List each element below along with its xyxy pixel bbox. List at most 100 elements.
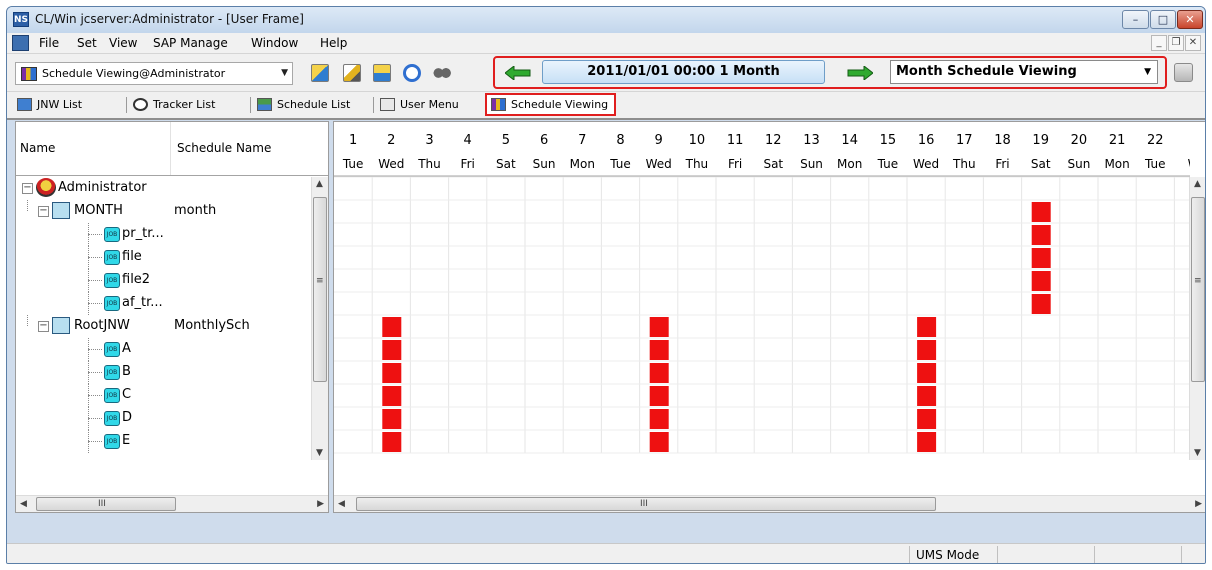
tree-row-9[interactable]: JOB C [16, 384, 312, 407]
tree-row-1[interactable]: − MONTH month [16, 200, 312, 223]
options-icon[interactable] [1174, 63, 1193, 82]
weekday-label: Fri [728, 157, 742, 171]
job-icon: JOB [104, 273, 120, 288]
weekday-label: Tue [877, 157, 899, 171]
tab-label: Schedule List [277, 98, 351, 111]
day-number-label: 6 [540, 133, 548, 148]
menu-help[interactable]: Help [320, 36, 347, 50]
collapse-icon[interactable]: − [22, 183, 33, 194]
day-number-label: 9 [655, 133, 663, 148]
tree-row-8[interactable]: JOB B [16, 361, 312, 384]
tree-row-10[interactable]: JOB D [16, 407, 312, 430]
find-icon[interactable] [433, 64, 451, 82]
tree-connector [88, 349, 102, 350]
weekday-label: Wed [646, 157, 672, 171]
chevron-down-icon[interactable]: ▼ [1144, 61, 1151, 83]
period-display[interactable]: 2011/01/01 00:00 1 Month [542, 60, 825, 84]
scroll-right-icon[interactable]: ▶ [1195, 499, 1202, 509]
tree-row-3[interactable]: JOB file [16, 246, 312, 269]
grid-horizontal-scrollbar[interactable]: ◀ III ▶ [334, 495, 1205, 512]
schedule-mark [649, 340, 669, 360]
tree-row-0[interactable]: − Administrator [16, 177, 312, 200]
window-maximize-button[interactable]: □ [1150, 10, 1176, 29]
mdi-restore-button[interactable]: ❐ [1168, 35, 1184, 51]
menu-file[interactable]: File [39, 36, 59, 50]
chevron-down-icon[interactable]: ▼ [281, 63, 288, 84]
scroll-grip: III [98, 499, 106, 509]
column-header-schedule-name[interactable]: Schedule Name [173, 122, 330, 175]
tree-connector [88, 280, 102, 281]
menu-window[interactable]: Window [251, 36, 298, 50]
collapse-icon[interactable]: − [38, 321, 49, 332]
day-number-label: 20 [1071, 133, 1088, 148]
scroll-down-icon[interactable]: ▼ [1194, 448, 1201, 458]
weekday-label: Wed [378, 157, 404, 171]
window-minimize-button[interactable]: – [1122, 10, 1149, 29]
schedule-viewing-combo[interactable]: Schedule Viewing@Administrator ▼ [15, 62, 293, 85]
view-mode-select[interactable]: Month Schedule Viewing ▼ [890, 60, 1158, 84]
resize-grip[interactable] [1181, 546, 1205, 563]
tree-row-7[interactable]: JOB A [16, 338, 312, 361]
scroll-right-icon[interactable]: ▶ [317, 499, 324, 509]
tree-row-11[interactable]: JOB E [16, 430, 312, 453]
menu-set[interactable]: Set [77, 36, 97, 50]
day-number-label: 8 [616, 133, 624, 148]
tree-row-4[interactable]: JOB file2 [16, 269, 312, 292]
tree-connector [88, 418, 102, 419]
window-close-button[interactable]: ✕ [1177, 10, 1203, 29]
collapse-icon[interactable]: − [38, 206, 49, 217]
tree-horizontal-scrollbar[interactable]: ◀ III ▶ [16, 495, 328, 512]
menu-view[interactable]: View [109, 36, 137, 50]
weekday-label: Wed [913, 157, 939, 171]
day-number-label: 13 [803, 133, 820, 148]
tree-item-name: MONTH [74, 203, 123, 218]
next-period-arrow-icon[interactable] [847, 66, 873, 80]
schedule-grid-pane: 1 Tue 2 Wed 3 Thu 4 Fri 5 Sat 6 Sun 7 Mon 8 Tue 9 Wed 10 Th… [333, 121, 1205, 513]
schedule-combo-value: Schedule Viewing@Administrator [42, 67, 226, 80]
schedule-mark [382, 409, 402, 429]
schedule-mark [382, 340, 402, 360]
refresh-icon[interactable] [403, 64, 421, 82]
scroll-up-icon[interactable]: ▲ [1194, 179, 1201, 189]
scroll-thumb[interactable] [1191, 197, 1205, 382]
tree-row-5[interactable]: JOB af_tr... [16, 292, 312, 315]
document-icon[interactable] [12, 35, 29, 51]
tree-row-2[interactable]: JOB pr_tr... [16, 223, 312, 246]
tab-jnw-list[interactable]: JNW List [13, 95, 82, 116]
column-header-name[interactable]: Name [16, 122, 171, 175]
mdi-close-button[interactable]: ✕ [1185, 35, 1201, 51]
tab-schedule-viewing[interactable]: Schedule Viewing [485, 93, 617, 116]
schedule-mark [917, 386, 937, 406]
user-menu-icon [380, 98, 395, 111]
tab-user-menu[interactable]: User Menu [376, 95, 459, 116]
scroll-left-icon[interactable]: ◀ [20, 499, 27, 509]
scroll-thumb[interactable] [313, 197, 327, 382]
tree-row-6[interactable]: − RootJNW MonthlySch [16, 315, 312, 338]
schedule-viewing-icon [21, 67, 37, 81]
scroll-thumb[interactable] [36, 497, 176, 511]
save-icon[interactable] [373, 64, 391, 82]
main-window: NS CL/Win jcserver:Administrator - [User… [6, 6, 1206, 564]
administrator-icon [36, 178, 56, 197]
status-panel [1094, 546, 1179, 563]
menu-sap-manage[interactable]: SAP Manage [153, 36, 228, 50]
tab-schedule-list[interactable]: Schedule List [253, 95, 350, 116]
scroll-down-icon[interactable]: ▼ [316, 448, 323, 458]
schedule-mark [1031, 294, 1051, 314]
day-number-label: 10 [689, 133, 706, 148]
tree-connector [88, 234, 102, 235]
job-icon: JOB [104, 434, 120, 449]
previous-period-arrow-icon[interactable] [505, 66, 531, 80]
scroll-up-icon[interactable]: ▲ [316, 179, 323, 189]
mdi-minimize-button[interactable]: _ [1151, 35, 1167, 51]
day-number-label: 2 [387, 133, 395, 148]
tree-vertical-scrollbar[interactable]: ▲ ≡ ▼ [311, 177, 328, 460]
title-bar[interactable]: NS CL/Win jcserver:Administrator - [User… [7, 7, 1205, 33]
open-icon[interactable] [311, 64, 329, 82]
grid-vertical-scrollbar[interactable]: ▲ ≡ ▼ [1189, 177, 1205, 460]
tab-tracker-list[interactable]: Tracker List [129, 95, 215, 116]
schedule-calendar-grid[interactable]: 1 Tue 2 Wed 3 Thu 4 Fri 5 Sat 6 Sun 7 Mon 8 Tue 9 Wed 10 Th… [334, 122, 1190, 460]
scroll-left-icon[interactable]: ◀ [338, 499, 345, 509]
wizard-icon[interactable] [343, 64, 361, 82]
schedule-mark [1031, 248, 1051, 268]
